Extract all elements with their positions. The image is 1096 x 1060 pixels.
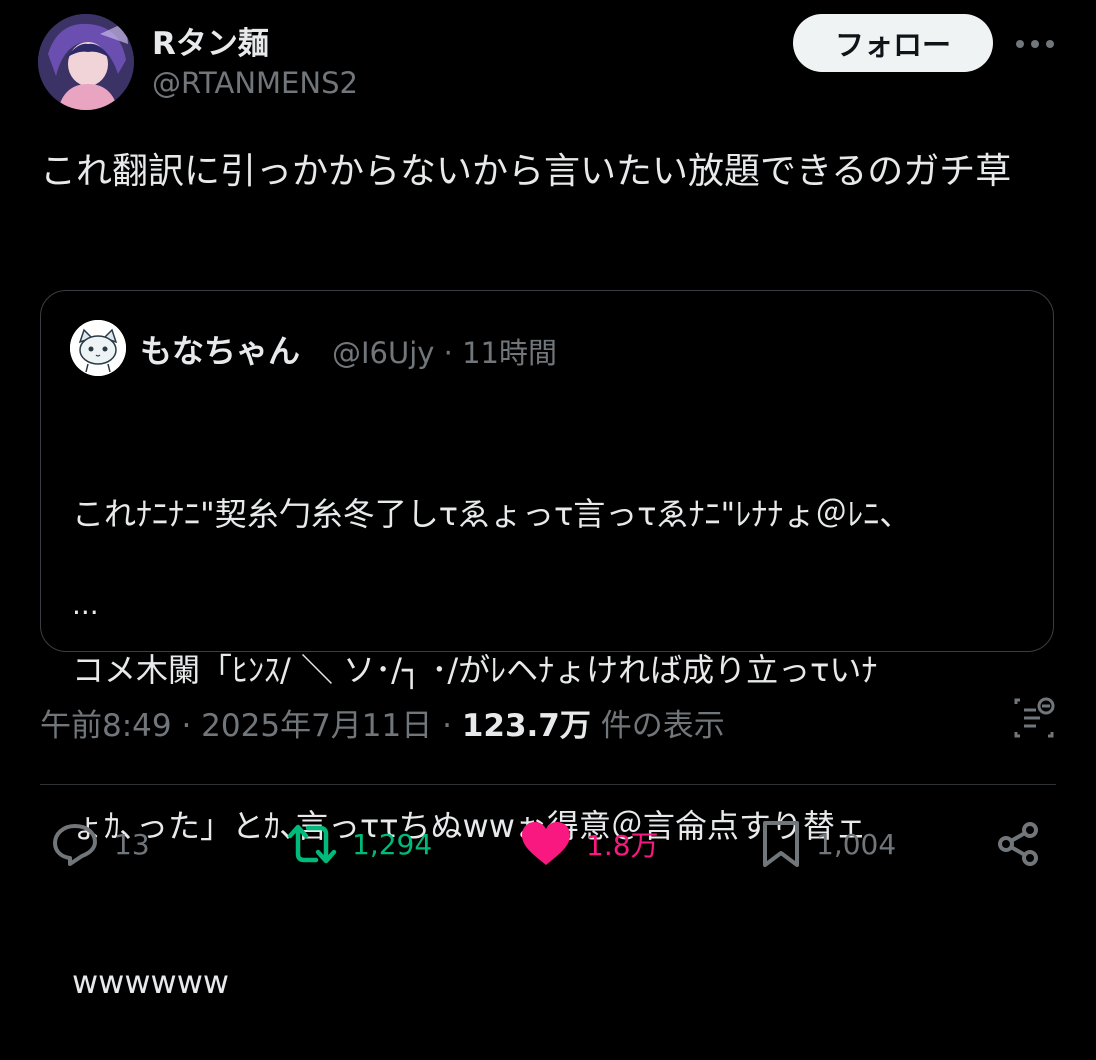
quoted-author-meta: @I6Ujy · 11時間 [332, 336, 558, 370]
views-count: 123.7万 [461, 708, 591, 744]
more-horizontal-icon [1016, 40, 1054, 48]
bookmark-count: 1,004 [816, 827, 897, 861]
quoted-author-name[interactable]: もなちゃん [140, 326, 300, 372]
analytics-button[interactable] [1010, 694, 1058, 742]
retweet-icon [287, 824, 337, 864]
cat-avatar-icon [70, 320, 126, 376]
author-handle[interactable]: @RTANMENS2 [152, 66, 358, 100]
bookmark-icon [763, 821, 799, 867]
quoted-tweet-ellipsis: ... [72, 588, 99, 621]
reply-button[interactable]: 13 [50, 816, 150, 872]
share-button[interactable] [994, 816, 1042, 872]
analytics-icon [1014, 697, 1055, 738]
author-display-name[interactable]: Rタン麺 [152, 18, 269, 63]
tweet-meta: 午前8:49 · 2025年7月11日 · 123.7万 件の表示 [40, 700, 725, 745]
author-avatar[interactable] [38, 14, 134, 110]
tweet-text: これ翻訳に引っかからないから言いたい放題できるのガチ草 [40, 151, 1012, 192]
retweet-count: 1,294 [352, 827, 433, 861]
divider [40, 784, 1056, 785]
share-icon [998, 822, 1038, 866]
follow-button[interactable]: フォロー [793, 14, 993, 72]
quoted-author-avatar[interactable] [70, 320, 126, 376]
retweet-button[interactable]: 1,294 [286, 816, 432, 872]
like-button[interactable]: 1.8万 [520, 816, 659, 872]
anime-girl-avatar-icon [38, 14, 134, 110]
like-count: 1.8万 [586, 829, 659, 862]
tweet-timestamp[interactable]: 午前8:49 · 2025年7月11日 · [40, 708, 462, 744]
bookmark-button[interactable]: 1,004 [760, 816, 896, 872]
heart-icon [522, 822, 570, 865]
more-button[interactable] [1012, 24, 1058, 64]
quoted-line: コメ木闌「ﾋﾝｽ/ ＼ ソ･/┐ ･/がﾚヘﾅょければ成り立っτいﾅ [72, 651, 878, 689]
quoted-line: これﾅﾆﾅﾆ"契糸勹糸冬了しτゑょっτ言っτゑﾅﾆ"ﾚﾅﾅょ＠ﾚﾆ、 [72, 495, 912, 533]
reply-count: 13 [114, 827, 150, 861]
reply-icon [53, 824, 97, 866]
quoted-line: wwwwww [72, 963, 230, 1001]
views-label: 件の表示 [590, 708, 725, 744]
